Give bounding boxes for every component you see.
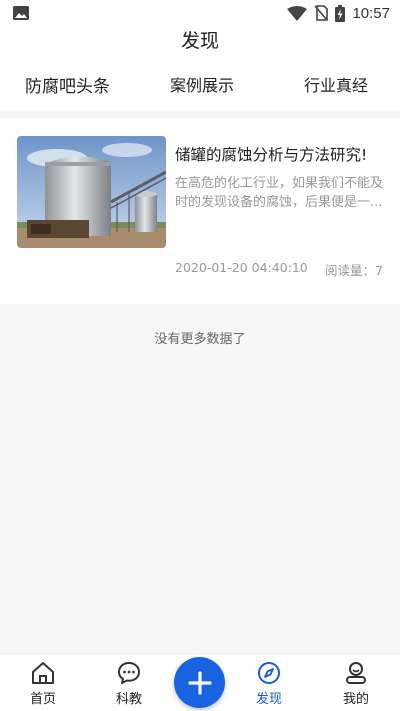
chat-bubble-icon [118, 662, 140, 684]
article-title[interactable]: 储罐的腐蚀分析与方法研究! [175, 143, 390, 165]
tab-headlines[interactable]: 防腐吧头条 [25, 72, 110, 97]
status-time: 10:57 [352, 4, 390, 22]
tab-case-showcase[interactable]: 案例展示 [170, 72, 234, 96]
category-tabs: 防腐吧头条 案例展示 行业真经 [0, 58, 400, 110]
article-summary: 在高危的化工行业，如果我们不能及时的发现设备的腐蚀，后果便是一... [175, 176, 384, 210]
add-button[interactable] [174, 657, 225, 708]
list-end-message: 没有更多数据了 [154, 332, 246, 347]
nav-label-profile: 我的 [342, 692, 369, 707]
nav-item-discover[interactable]: 发现 [241, 660, 297, 707]
header: 发现 [0, 26, 400, 58]
no-sim-icon [314, 5, 329, 21]
nav-label-education: 科教 [115, 692, 142, 707]
home-icon [32, 662, 54, 684]
profile-icon [346, 662, 366, 684]
article-card[interactable]: 储罐的腐蚀分析与方法研究! 在高危的化工行业，如果我们不能及时的发现设备的腐蚀，… [0, 118, 400, 304]
nav-label-home: 首页 [29, 692, 56, 707]
nav-item-education[interactable]: 科教 [101, 660, 157, 707]
nav-label-discover: 发现 [255, 692, 282, 707]
nav-item-profile[interactable]: 我的 [328, 660, 384, 707]
read-count: 阅读量：7 [325, 263, 383, 278]
wifi-icon [287, 5, 308, 21]
nav-item-home[interactable]: 首页 [15, 660, 71, 707]
article-thumbnail [17, 136, 166, 248]
plus-icon [187, 670, 212, 695]
page-title: 发现 [180, 30, 219, 52]
article-date: 2020-01-20 04:40:10 [175, 260, 308, 275]
tab-industry-guide[interactable]: 行业真经 [304, 72, 368, 96]
status-bar: 10:57 [0, 0, 400, 26]
image-icon [13, 6, 29, 20]
compass-icon [258, 662, 280, 684]
battery-charging-icon [335, 4, 346, 22]
